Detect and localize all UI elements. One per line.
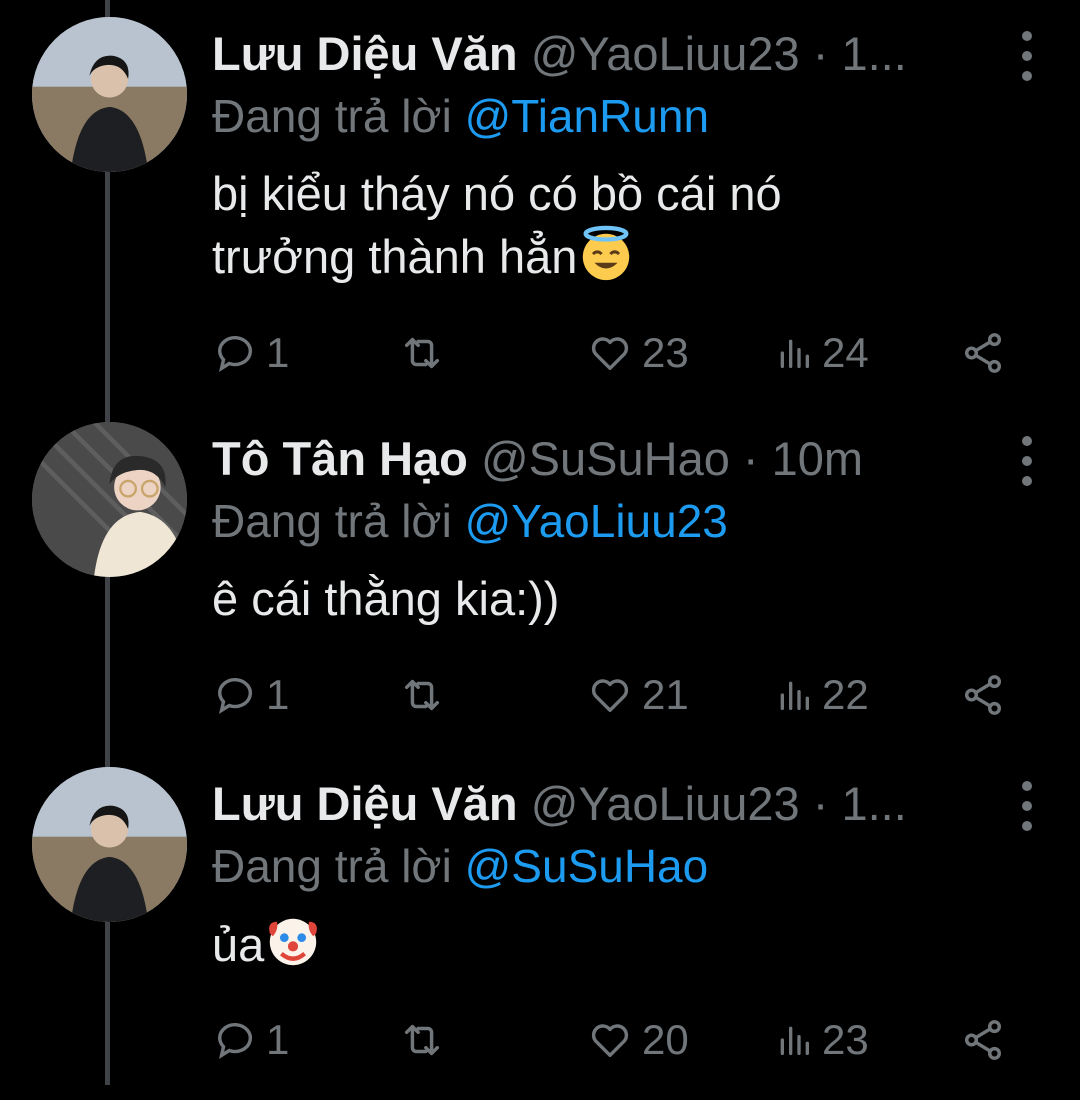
share-icon	[964, 675, 1002, 715]
avatar-photo-icon	[32, 17, 187, 172]
views-icon	[780, 681, 809, 710]
display-name[interactable]: Lưu Diệu Văn	[212, 27, 518, 80]
display-name[interactable]: Lưu Diệu Văn	[212, 777, 518, 830]
reply-prefix: Đang trả lời	[212, 90, 452, 142]
tweet-actions: 1 23 24	[212, 323, 1022, 383]
tweet-actions: 1 21 22	[212, 665, 1022, 725]
retweet-icon	[404, 1024, 440, 1056]
tweet[interactable]: Lưu Diệu Văn @YaoLiuu23 · 1... Đang trả …	[0, 755, 1080, 1100]
reply-handle-link[interactable]: @TianRunn	[465, 90, 709, 142]
tweet-text-line: ủa	[212, 918, 265, 971]
share-button[interactable]	[960, 323, 1006, 383]
tweet-header: Lưu Diệu Văn @YaoLiuu23 · 1...	[212, 773, 960, 835]
reply-count: 1	[266, 1016, 290, 1063]
tweet[interactable]: Lưu Diệu Văn @YaoLiuu23 · 1... Đang trả …	[0, 5, 1080, 376]
views-icon	[780, 339, 809, 368]
display-name[interactable]: Tô Tân Hạo	[212, 432, 468, 485]
retweet-button[interactable]	[398, 665, 446, 725]
view-count: 24	[822, 329, 869, 376]
reply-icon	[217, 678, 253, 714]
retweet-button[interactable]	[398, 323, 446, 383]
tweet[interactable]: Tô Tân Hạo @SuSuHao · 10m Đang trả lời @…	[0, 410, 1080, 755]
handle-time: @YaoLiuu23 · 1...	[530, 27, 907, 80]
like-count: 20	[642, 1016, 689, 1063]
tweet-text-line: ê cái thằng kia:))	[212, 572, 560, 625]
like-icon	[591, 337, 629, 371]
views-icon	[780, 1026, 809, 1055]
reply-prefix: Đang trả lời	[212, 840, 452, 892]
reply-context: Đang trả lời @SuSuHao	[212, 837, 708, 895]
avatar[interactable]	[32, 422, 187, 577]
share-icon	[964, 1020, 1002, 1060]
view-count: 22	[822, 671, 869, 718]
views-button[interactable]: 23	[774, 1010, 869, 1070]
more-icon[interactable]	[1012, 781, 1042, 831]
views-button[interactable]: 24	[774, 323, 869, 383]
like-button[interactable]: 21	[586, 665, 689, 725]
like-icon	[591, 1024, 629, 1058]
reply-button[interactable]: 1	[212, 665, 289, 725]
smiling-face-with-halo-icon	[583, 225, 630, 281]
avatar[interactable]	[32, 17, 187, 172]
like-count: 23	[642, 329, 689, 376]
more-icon[interactable]	[1012, 436, 1042, 486]
like-count: 21	[642, 671, 689, 718]
share-icon	[964, 333, 1002, 373]
handle-time: @SuSuHao · 10m	[480, 432, 864, 485]
tweet-text-line: trưởng thành hẳn	[212, 230, 578, 283]
reply-button[interactable]: 1	[212, 323, 289, 383]
share-button[interactable]	[960, 665, 1006, 725]
retweet-button[interactable]	[398, 1010, 446, 1070]
like-button[interactable]: 23	[586, 323, 689, 383]
tweet-actions: 1 20 23	[212, 1010, 1022, 1070]
retweet-icon	[404, 679, 440, 711]
views-button[interactable]: 22	[774, 665, 869, 725]
avatar-photo-icon	[32, 422, 187, 577]
tweet-text: bị kiểu tháy nó có bồ cái nó trưởng thàn…	[212, 163, 932, 288]
more-icon[interactable]	[1012, 31, 1042, 81]
avatar-photo-icon	[32, 767, 187, 922]
tweet-header: Lưu Diệu Văn @YaoLiuu23 · 1...	[212, 23, 960, 85]
tweet-text: ủa	[212, 913, 932, 976]
reply-context: Đang trả lời @YaoLiuu23	[212, 492, 728, 550]
retweet-icon	[404, 337, 440, 369]
reply-count: 1	[266, 329, 290, 376]
like-icon	[591, 679, 629, 713]
like-button[interactable]: 20	[586, 1010, 689, 1070]
view-count: 23	[822, 1016, 869, 1063]
reply-count: 1	[266, 671, 290, 718]
handle-time: @YaoLiuu23 · 1...	[530, 777, 907, 830]
reply-handle-link[interactable]: @YaoLiuu23	[465, 495, 728, 547]
tweet-text: ê cái thằng kia:))	[212, 568, 932, 630]
reply-button[interactable]: 1	[212, 1010, 289, 1070]
avatar[interactable]	[32, 767, 187, 922]
reply-handle-link[interactable]: @SuSuHao	[465, 840, 709, 892]
reply-icon	[217, 1023, 253, 1059]
reply-prefix: Đang trả lời	[212, 495, 452, 547]
reply-icon	[217, 336, 253, 372]
clown-face-icon	[269, 918, 318, 966]
tweet-text-line: bị kiểu tháy nó có bồ cái nó	[212, 167, 782, 220]
share-button[interactable]	[960, 1010, 1006, 1070]
reply-context: Đang trả lời @TianRunn	[212, 87, 709, 145]
tweet-header: Tô Tân Hạo @SuSuHao · 10m	[212, 428, 960, 490]
